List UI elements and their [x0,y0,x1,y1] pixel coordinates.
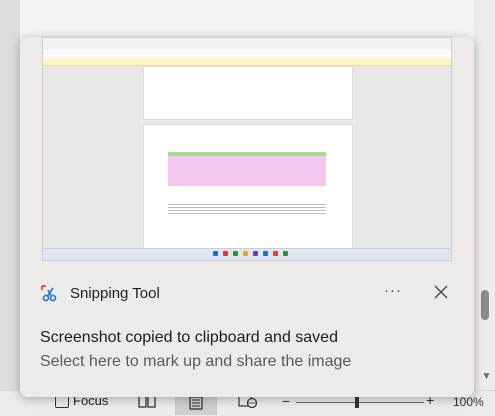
vertical-scrollbar[interactable] [478,0,495,390]
preview-info-bar [43,58,451,66]
preview-page [143,66,353,120]
preview-taskbar-icon [283,251,288,256]
zoom-level[interactable]: 100% [453,395,484,409]
preview-text-lines [168,202,326,216]
preview-taskbar-icon [253,251,258,256]
background-document-area [20,0,474,40]
more-options-button[interactable]: ··· [381,282,405,302]
preview-taskbar-icon [273,251,278,256]
preview-taskbar-icon [263,251,268,256]
close-icon[interactable] [431,282,451,302]
preview-taskbar-icon [233,251,238,256]
zoom-slider-thumb[interactable] [355,396,359,408]
app-name: Snipping Tool [70,284,160,302]
print-layout-icon [189,396,203,410]
notification-subtitle[interactable]: Select here to mark up and share the ima… [40,353,351,371]
preview-page [143,124,353,252]
preview-taskbar-icon [213,251,218,256]
preview-taskbar-icon [223,251,228,256]
notification-header: Snipping Tool [40,283,160,303]
preview-highlight [168,156,326,186]
snipping-tool-notification[interactable]: Snipping Tool ··· Screenshot copied to c… [20,37,474,397]
scrollbar-thumb[interactable] [481,290,489,320]
zoom-slider-track[interactable] [296,402,424,403]
notification-title[interactable]: Screenshot copied to clipboard and saved [40,329,338,347]
preview-taskbar-icon [243,251,248,256]
snipping-tool-icon [41,285,57,302]
screenshot-preview[interactable] [42,37,452,261]
background-window-edge [0,0,20,415]
scroll-down-arrow-icon[interactable]: ▼ [478,370,495,384]
